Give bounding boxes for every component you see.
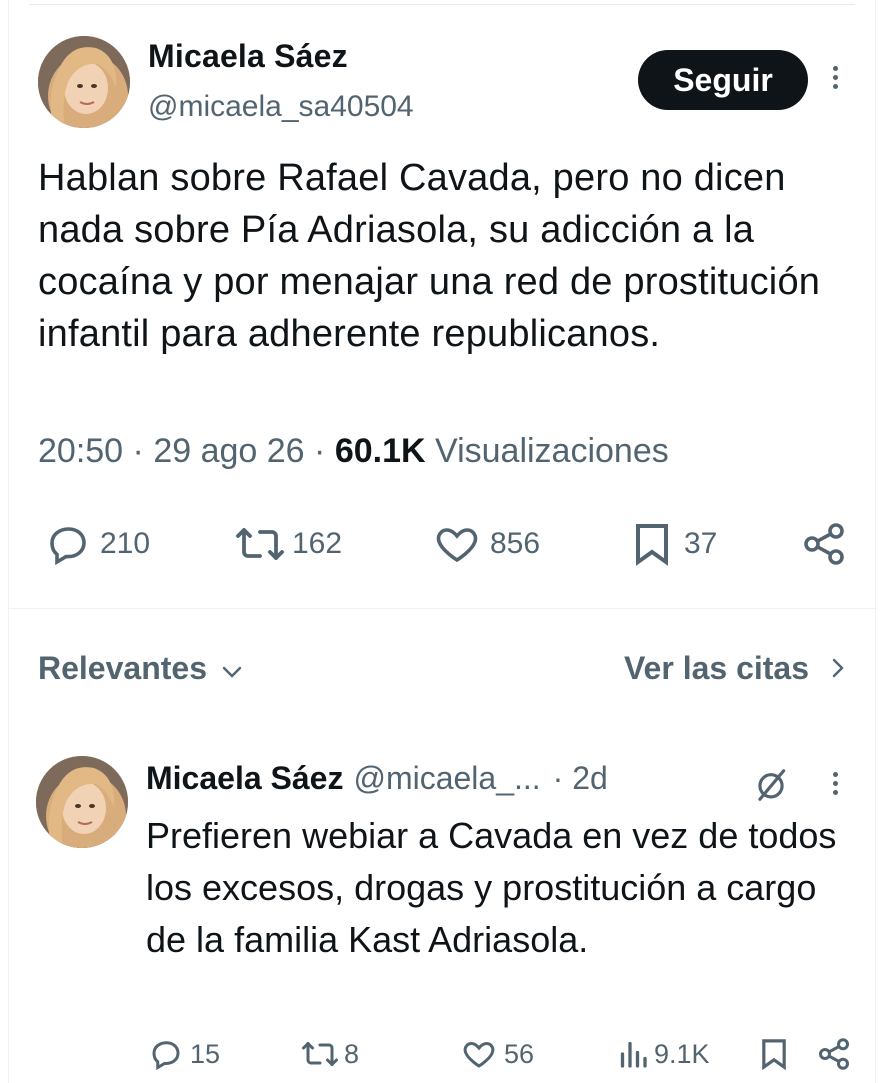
bookmark-icon (758, 1036, 790, 1072)
chevron-down-icon (221, 650, 243, 687)
bookmark-icon (630, 520, 674, 568)
reply-retweet-button[interactable]: 8 (300, 1036, 359, 1072)
speech-bubble-icon (148, 1036, 184, 1072)
heart-icon (460, 1036, 498, 1072)
reply-views-button[interactable]: 9.1K (618, 1036, 710, 1072)
reply-share-button[interactable] (816, 1036, 852, 1072)
reply-age[interactable]: · 2d (553, 760, 608, 797)
share-button[interactable] (800, 520, 848, 568)
bookmark-count: 37 (684, 527, 718, 560)
reply-retweet-count: 8 (344, 1038, 360, 1069)
views-count[interactable]: 60.1K (335, 432, 426, 470)
sort-replies-dropdown[interactable]: Relevantes (38, 650, 243, 687)
reply-author-handle[interactable]: @micaela_... (353, 760, 540, 797)
reply-views-count: 9.1K (654, 1038, 710, 1069)
section-divider (8, 608, 877, 609)
follow-button[interactable]: Seguir (638, 50, 808, 110)
avatar-image (38, 36, 130, 128)
tweet-time[interactable]: 20:50 (38, 432, 123, 470)
reply-author-name[interactable]: Micaela Sáez (146, 760, 343, 797)
tweet-meta: 20:50 · 29 ago 26 · 60.1K Visualizacione… (38, 432, 669, 471)
author-name[interactable]: Micaela Sáez (148, 38, 348, 75)
reply-header: Micaela Sáez @micaela_... · 2d (146, 760, 608, 797)
heart-icon (432, 520, 482, 568)
views-label[interactable]: Visualizaciones (435, 432, 669, 470)
reply-like-button[interactable]: 56 (460, 1036, 534, 1072)
bookmark-button[interactable]: 37 (630, 520, 717, 568)
author-handle[interactable]: @micaela_sa40504 (148, 90, 414, 124)
reply-text: Prefieren webiar a Cavada en vez de todo… (146, 815, 837, 960)
tweet-date[interactable]: 29 ago 26 (153, 432, 304, 470)
reply-author-avatar[interactable] (36, 756, 128, 848)
retweet-arrows-icon (234, 520, 286, 568)
more-options-icon[interactable] (830, 62, 840, 96)
retweet-count: 162 (292, 527, 343, 560)
share-nodes-icon (816, 1036, 852, 1072)
reply-reply-button[interactable]: 15 (148, 1036, 220, 1072)
reply-reply-count: 15 (190, 1038, 221, 1069)
reply-bookmark-button[interactable] (758, 1036, 790, 1072)
reply-more-options-icon[interactable] (830, 768, 840, 802)
tweet-text: Hablan sobre Rafael Cavada, pero no dice… (38, 157, 821, 355)
view-quotes-link[interactable]: Ver las citas (624, 650, 845, 687)
retweet-button[interactable]: 162 (234, 520, 342, 568)
retweet-arrows-icon (300, 1036, 340, 1072)
author-avatar[interactable] (38, 36, 130, 128)
quotes-label: Ver las citas (623, 650, 809, 686)
bar-chart-icon (618, 1036, 648, 1072)
grok-slash-icon[interactable] (752, 766, 790, 804)
sort-label: Relevantes (38, 650, 207, 686)
like-count: 856 (490, 527, 541, 560)
reply-button[interactable]: 210 (44, 520, 150, 568)
meta-separator: · (314, 432, 326, 470)
chevron-right-icon (831, 650, 845, 687)
reply-like-count: 56 (504, 1038, 535, 1069)
like-button[interactable]: 856 (432, 520, 540, 568)
meta-separator: · (132, 432, 144, 470)
avatar-image (36, 756, 128, 848)
share-nodes-icon (800, 520, 848, 568)
top-border (30, 0, 855, 5)
speech-bubble-icon (44, 520, 92, 568)
reply-count: 210 (100, 527, 151, 560)
